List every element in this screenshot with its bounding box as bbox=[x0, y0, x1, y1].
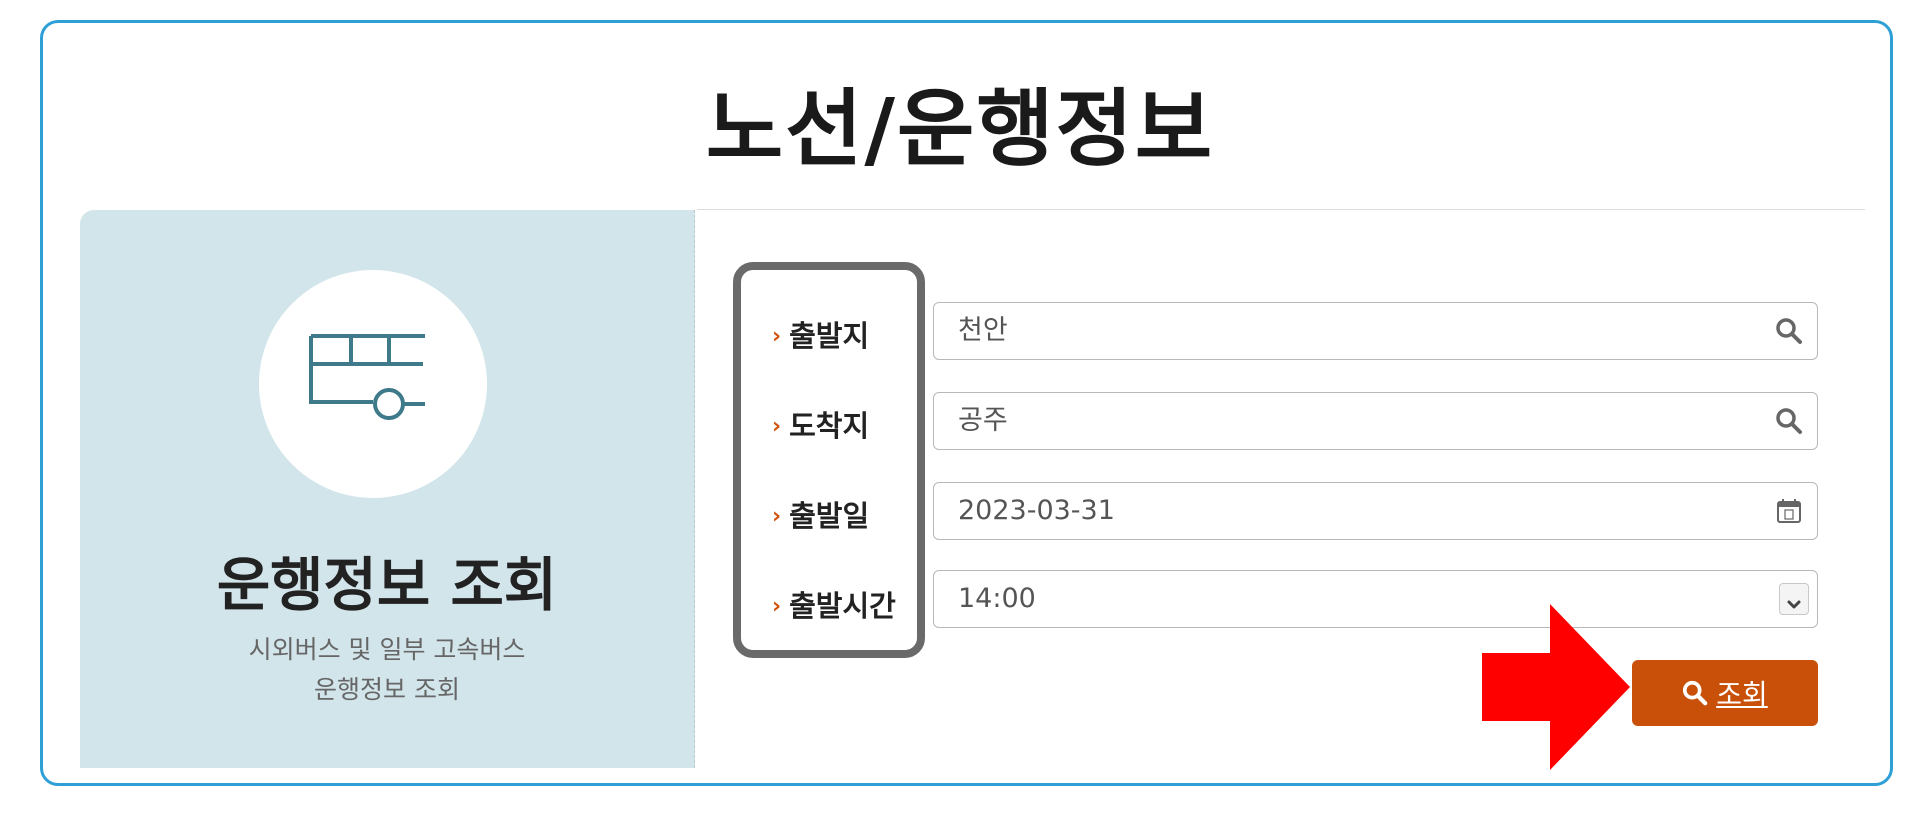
arrival-field[interactable]: 공주 bbox=[933, 392, 1818, 450]
time-label: › 출발시간 bbox=[772, 589, 896, 623]
red-arrow-annotation-icon bbox=[1482, 604, 1630, 770]
search-icon bbox=[1683, 680, 1708, 706]
date-label: › 출발일 bbox=[772, 499, 870, 533]
time-value: 14:00 bbox=[958, 583, 1036, 614]
date-value: 2023-03-31 bbox=[958, 495, 1115, 526]
search-icon[interactable] bbox=[1775, 407, 1803, 435]
chevron-right-icon: › bbox=[772, 504, 782, 529]
chevron-down-icon[interactable] bbox=[1779, 583, 1809, 615]
page-title: 노선/운행정보 bbox=[705, 80, 1215, 178]
arrival-label: › 도착지 bbox=[772, 409, 870, 443]
panel-desc-line1: 시외버스 및 일부 고속버스 bbox=[248, 635, 526, 664]
chevron-right-icon: › bbox=[772, 414, 782, 439]
time-select[interactable]: 14:00 bbox=[933, 570, 1818, 628]
chevron-right-icon: › bbox=[772, 324, 782, 349]
panel-desc-line2: 운행정보 조회 bbox=[314, 675, 460, 704]
chevron-right-icon: › bbox=[772, 594, 782, 619]
search-submit-label: 조회 bbox=[1716, 678, 1768, 711]
calendar-icon[interactable] bbox=[1775, 497, 1803, 525]
bus-icon bbox=[259, 270, 487, 498]
search-icon[interactable] bbox=[1775, 317, 1803, 345]
search-submit-button[interactable]: 조회 bbox=[1632, 660, 1818, 726]
date-field[interactable]: 2023-03-31 bbox=[933, 482, 1818, 540]
arrival-value: 공주 bbox=[958, 405, 1008, 436]
title-divider bbox=[697, 209, 1865, 210]
departure-field[interactable]: 천안 bbox=[933, 302, 1818, 360]
departure-label: › 출발지 bbox=[772, 319, 870, 353]
panel-title: 운행정보 조회 bbox=[216, 551, 558, 619]
panel-description: 시외버스 및 일부 고속버스 운행정보 조회 bbox=[80, 630, 694, 710]
departure-value: 천안 bbox=[958, 315, 1008, 346]
